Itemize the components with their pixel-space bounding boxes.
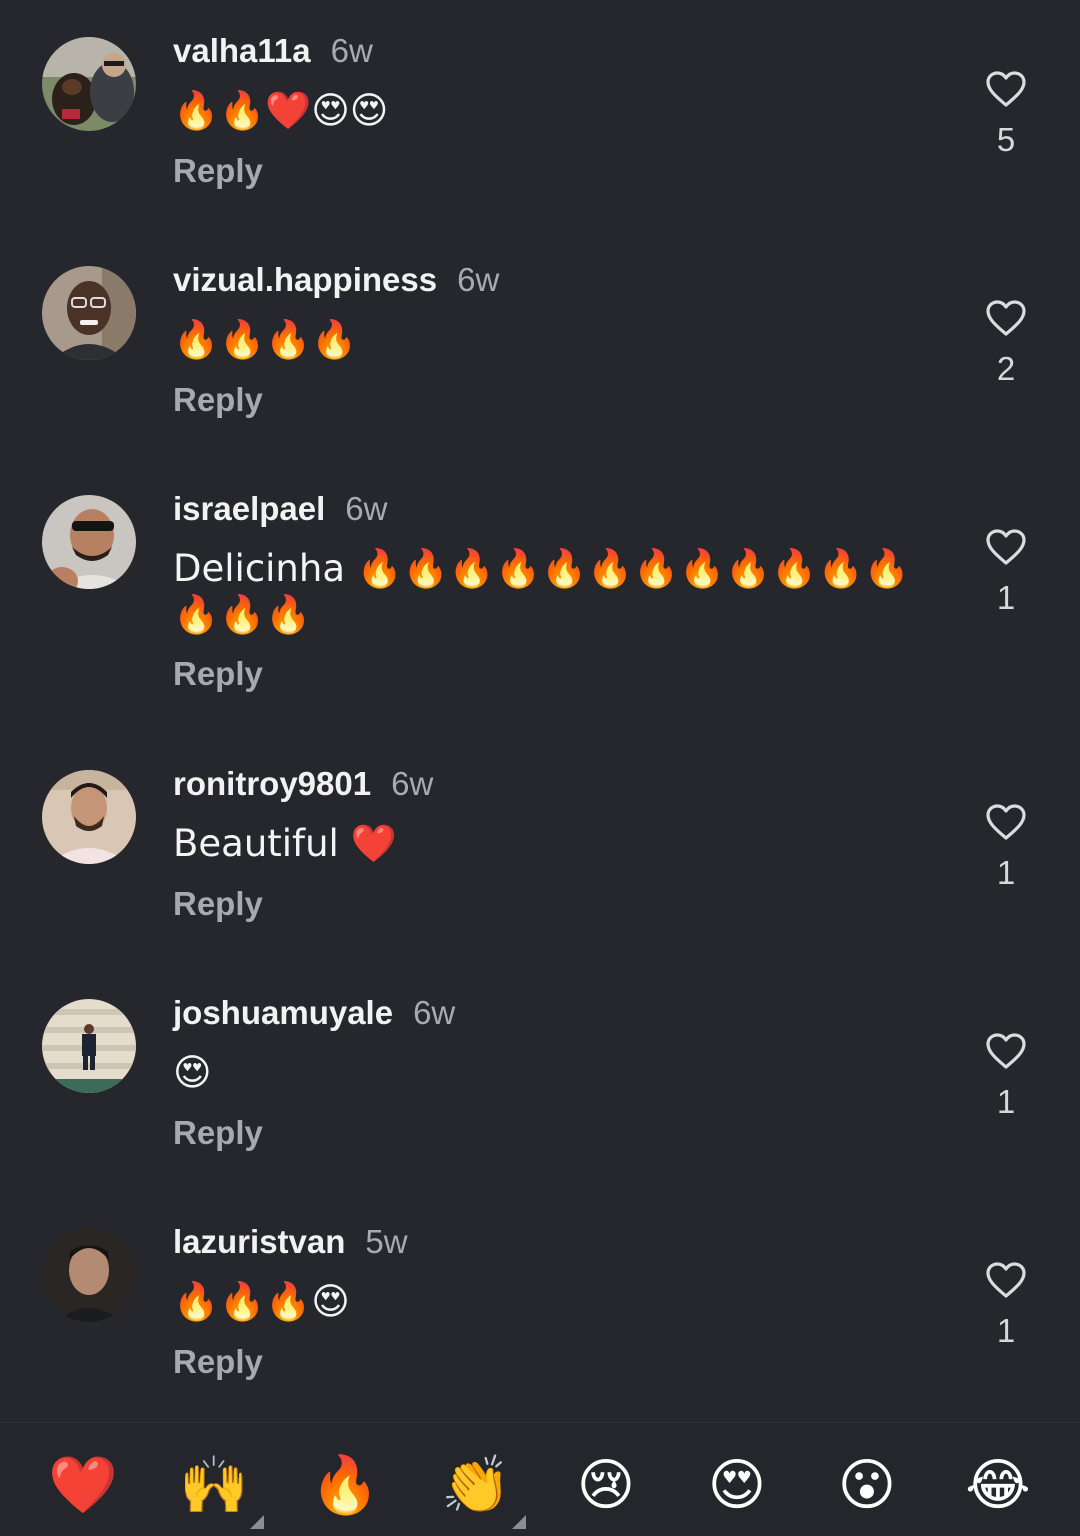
comment-time: 6w (330, 32, 373, 69)
comment-time: 6w (457, 261, 500, 298)
comment-text: Delicinha 🔥🔥🔥🔥🔥🔥🔥🔥🔥🔥🔥🔥🔥🔥🔥 (173, 547, 910, 636)
tears-of-joy-icon: 😂 (965, 1452, 1031, 1518)
heart-outline-icon (986, 804, 1026, 840)
like-count: 1 (996, 1083, 1016, 1120)
username[interactable]: israelpael (173, 490, 325, 527)
avatar[interactable] (42, 495, 136, 589)
surprised-face-icon: 😮 (837, 1452, 897, 1518)
raising-hands-icon: 🙌 (179, 1452, 249, 1518)
variant-indicator-icon (250, 1515, 264, 1529)
emoji-crying-face-button[interactable]: 😢 (566, 1445, 646, 1521)
comment-time: 6w (345, 490, 388, 527)
reply-button[interactable]: Reply (173, 884, 263, 924)
comment-item: vizual.happiness 6w 🔥🔥🔥🔥 Reply 2 (0, 229, 1080, 459)
username[interactable]: valha11a (173, 32, 311, 69)
clapping-hands-icon: 👏 (441, 1452, 511, 1518)
comment-text: 🔥🔥❤️😍😍 (173, 89, 389, 132)
variant-indicator-icon (512, 1515, 526, 1529)
emoji-tears-of-joy-button[interactable]: 😂 (958, 1445, 1038, 1521)
avatar[interactable] (42, 770, 136, 864)
like-count: 2 (996, 350, 1016, 387)
heart-outline-icon (986, 1033, 1026, 1069)
comment-time: 6w (413, 994, 456, 1031)
avatar[interactable] (42, 266, 136, 360)
like-button[interactable]: 5 (970, 70, 1042, 160)
crying-face-icon: 😢 (576, 1452, 636, 1518)
emoji-heart-eyes-button[interactable]: 😍 (697, 1445, 777, 1521)
reply-button[interactable]: Reply (173, 1113, 263, 1153)
emoji-clapping-hands-button[interactable]: 👏 (436, 1445, 526, 1529)
reply-button[interactable]: Reply (173, 380, 263, 420)
like-count: 5 (996, 121, 1016, 158)
comment-text: 🔥🔥🔥😍 (173, 1280, 350, 1323)
avatar[interactable] (42, 999, 136, 1093)
username[interactable]: joshuamuyale (173, 994, 393, 1031)
comments-list: valha11a 6w 🔥🔥❤️😍😍 Reply 5 vizual.happin… (0, 0, 1080, 1422)
heart-outline-icon (986, 1262, 1026, 1298)
username[interactable]: vizual.happiness (173, 261, 437, 298)
reply-button[interactable]: Reply (173, 654, 263, 694)
like-button[interactable]: 1 (970, 528, 1042, 618)
emoji-fire-button[interactable]: 🔥 (305, 1445, 385, 1521)
reply-button[interactable]: Reply (173, 1342, 263, 1382)
comment-text: 🔥🔥🔥🔥 (173, 318, 358, 361)
heart-outline-icon (986, 300, 1026, 336)
avatar[interactable] (42, 37, 136, 131)
like-count: 1 (996, 854, 1016, 891)
like-button[interactable]: 2 (970, 299, 1042, 389)
heart-icon: ❤️ (48, 1452, 118, 1518)
heart-outline-icon (986, 529, 1026, 565)
emoji-reaction-tray: ❤️ 🙌 🔥 👏 😢 😍 😮 😂 (0, 1422, 1080, 1536)
like-count: 1 (996, 579, 1016, 616)
username[interactable]: lazuristvan (173, 1223, 345, 1260)
comment-time: 5w (365, 1223, 408, 1260)
heart-eyes-icon: 😍 (707, 1452, 767, 1518)
like-button[interactable]: 1 (970, 1261, 1042, 1351)
like-count: 1 (996, 1312, 1016, 1349)
heart-outline-icon (986, 71, 1026, 107)
comment-text: Beautiful ❤️ (173, 822, 397, 865)
comment-item: valha11a 6w 🔥🔥❤️😍😍 Reply 5 (0, 0, 1080, 230)
like-button[interactable]: 1 (970, 1032, 1042, 1122)
reply-button[interactable]: Reply (173, 151, 263, 191)
comment-text: 😍 (173, 1051, 212, 1094)
comment-item: ronitroy9801 6w Beautiful ❤️ Reply 1 (0, 733, 1080, 963)
comment-item: lazuristvan 5w 🔥🔥🔥😍 Reply 1 (0, 1191, 1080, 1421)
emoji-surprised-face-button[interactable]: 😮 (827, 1445, 907, 1521)
comment-time: 6w (391, 765, 434, 802)
emoji-heart-button[interactable]: ❤️ (43, 1445, 123, 1521)
username[interactable]: ronitroy9801 (173, 765, 371, 802)
avatar[interactable] (42, 1228, 136, 1322)
like-button[interactable]: 1 (970, 803, 1042, 893)
fire-icon: 🔥 (310, 1452, 380, 1518)
emoji-raising-hands-button[interactable]: 🙌 (174, 1445, 264, 1529)
comment-item: joshuamuyale 6w 😍 Reply 1 (0, 962, 1080, 1192)
comment-item: israelpael 6w Delicinha 🔥🔥🔥🔥🔥🔥🔥🔥🔥🔥🔥🔥🔥🔥🔥 R… (0, 458, 1080, 734)
